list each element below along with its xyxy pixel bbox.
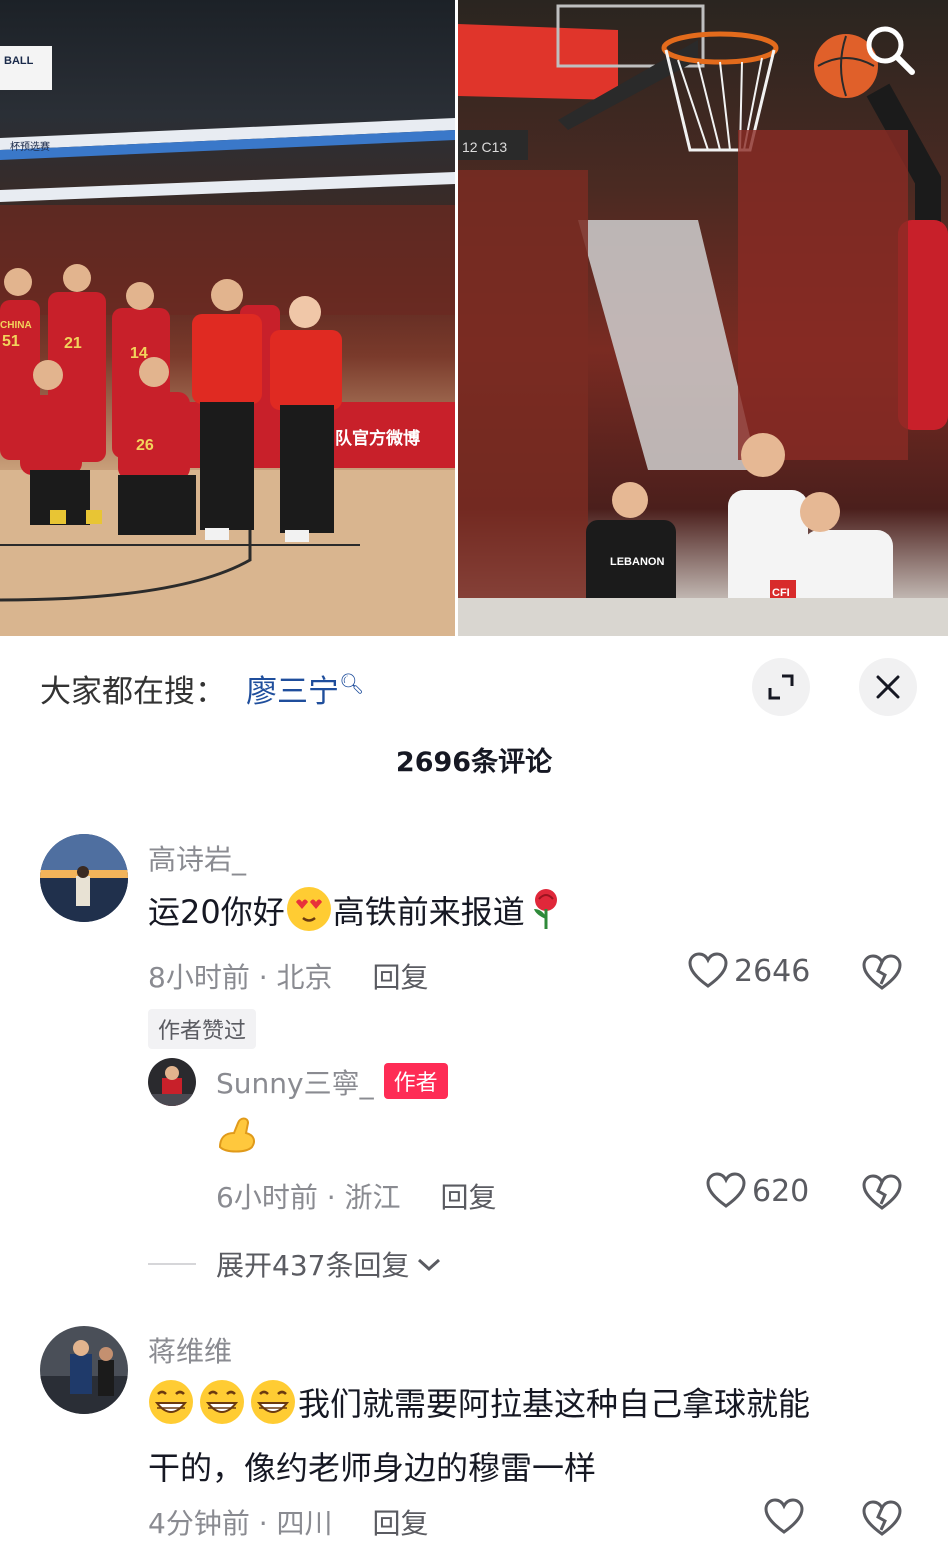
dislike-button[interactable] <box>862 1174 902 1214</box>
sponsor-text: CFI <box>772 587 790 599</box>
comments-count-title: 2696条评论 <box>395 747 553 778</box>
section-sign: 12 C13 <box>462 139 507 155</box>
game-action-art: 12 C13 LEBANON CFI <box>458 4 948 636</box>
reply-button[interactable]: 回复 <box>373 1507 429 1540</box>
logo-text: BALL <box>4 55 34 67</box>
comment-text-line2: 干的，像约老师身边的穆雷一样 <box>148 1449 597 1487</box>
heart-eyes-emoji-icon <box>286 887 331 931</box>
broken-heart-icon <box>862 954 902 990</box>
reply-button[interactable]: 回复 <box>373 961 429 994</box>
like-count: 2646 <box>734 953 811 989</box>
hot-search-bar[interactable]: 大家都在搜： 廖三宁🔍︎ <box>40 666 364 711</box>
expand-icon <box>768 674 794 700</box>
team-photo-art: BALL 杯预选赛 队官方微博 CHINA 51 21 14 26 <box>0 46 455 636</box>
post-photo-gallery[interactable]: BALL 杯预选赛 队官方微博 CHINA 51 21 14 26 12 C13… <box>0 0 948 636</box>
comment-text-part: 高铁前来报道 <box>332 893 525 931</box>
broken-heart-icon <box>862 1174 902 1210</box>
jersey-word: CHINA <box>0 320 32 331</box>
comment-username[interactable]: 蒋维维 <box>148 1330 232 1370</box>
reply-meta: 6小时前 · 浙江 回复 <box>216 1181 497 1214</box>
jersey-number: 51 <box>2 333 20 350</box>
search-small-icon: 🔍︎ <box>339 671 365 696</box>
reply-username: Sunny三寧_ 作者 <box>216 1062 448 1102</box>
hot-search-keyword[interactable]: 廖三宁 <box>246 674 339 710</box>
comment-time: 8小时前 <box>148 961 250 994</box>
jersey-number: 14 <box>130 345 148 362</box>
like-button[interactable] <box>764 1498 804 1536</box>
author-badge: 作者 <box>383 1063 448 1099</box>
comment-username[interactable]: 高诗岩_ <box>148 838 246 878</box>
reply-time: 6小时前 <box>216 1181 318 1214</box>
reply-location: 浙江 <box>344 1181 401 1214</box>
dislike-button[interactable] <box>862 1500 902 1540</box>
jersey-number: 21 <box>64 335 82 352</box>
comment-meta: 8小时前 · 北京 回复 <box>148 961 429 994</box>
like-count: 620 <box>752 1173 810 1209</box>
comment-meta: 4分钟前 · 四川 回复 <box>148 1507 429 1540</box>
team-photo[interactable]: BALL 杯预选赛 队官方微博 CHINA 51 21 14 26 <box>0 0 455 636</box>
comment-text-part: 运20你好 <box>148 893 285 931</box>
chevron-down-icon <box>418 1258 441 1272</box>
heart-icon <box>764 1498 804 1534</box>
avatar[interactable] <box>40 1326 128 1414</box>
author-liked-tag: 作者赞过 <box>148 1009 257 1049</box>
reply-username-text[interactable]: Sunny三寧_ <box>216 1067 374 1100</box>
comment-time: 4分钟前 <box>148 1507 250 1540</box>
like-button[interactable]: 2646 <box>688 952 810 990</box>
dislike-button[interactable] <box>862 954 902 994</box>
expand-replies-label: 展开437条回复 <box>216 1249 410 1282</box>
avatar[interactable] <box>40 834 128 922</box>
like-button[interactable]: 620 <box>706 1172 809 1210</box>
hot-search-label: 大家都在搜： <box>40 674 226 710</box>
comment-location: 北京 <box>276 961 333 994</box>
comment-text: 运20你好 高铁前来报道 <box>148 880 563 944</box>
expand-replies-button[interactable]: 展开437条回复 <box>148 1244 443 1284</box>
comment-sheet: 大家都在搜： 廖三宁🔍︎ 2696条评论 高诗岩_ 运20你好 高铁前来报道 8小时… <box>0 636 948 1565</box>
grinning-face-emoji-icon <box>148 1379 298 1425</box>
comment-location: 四川 <box>276 1507 333 1540</box>
flexed-biceps-emoji-icon <box>216 1112 258 1154</box>
banner-text: 杯预选赛 <box>10 140 50 153</box>
jersey-number: 26 <box>136 437 154 454</box>
rose-icon <box>529 887 563 931</box>
game-action-photo[interactable]: 12 C13 LEBANON CFI <box>458 0 948 636</box>
heart-icon <box>706 1172 746 1208</box>
reply-button[interactable]: 回复 <box>441 1181 497 1214</box>
comment-text-line1: 我们就需要阿拉基这种自己拿球就能 <box>298 1385 811 1423</box>
sign-text: 队官方微博 <box>335 428 420 449</box>
comment-text: 我们就需要阿拉基这种自己拿球就能 干的，像约老师身边的穆雷一样 <box>148 1372 908 1500</box>
reply-text: 💪 <box>216 1106 258 1170</box>
broken-heart-icon <box>862 1500 902 1536</box>
expand-button[interactable] <box>752 658 810 716</box>
search-icon[interactable] <box>862 22 918 78</box>
heart-icon <box>688 952 728 988</box>
opponent-word: LEBANON <box>610 556 664 568</box>
divider-line <box>148 1263 196 1265</box>
reply-avatar[interactable] <box>148 1058 196 1106</box>
close-button[interactable] <box>859 658 917 716</box>
close-icon <box>876 675 900 699</box>
